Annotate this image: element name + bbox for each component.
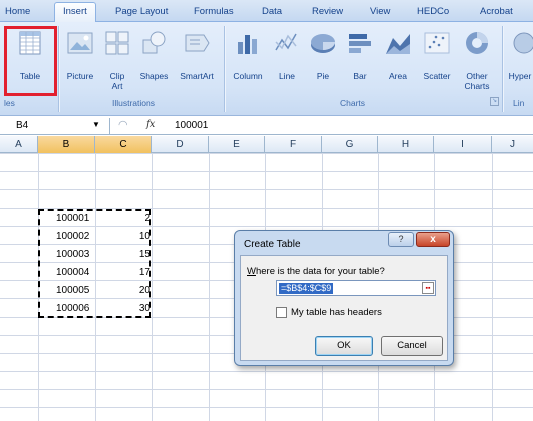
resize-handle-icon[interactable]: ◠ bbox=[118, 118, 128, 131]
chevron-down-icon[interactable]: ▼ bbox=[92, 120, 100, 129]
selection-marquee bbox=[38, 209, 151, 318]
other-charts-button[interactable]: Other Charts bbox=[457, 24, 497, 91]
clip-art-label: Clip Art bbox=[109, 71, 125, 91]
pie-chart-button[interactable]: Pie bbox=[305, 24, 341, 90]
range-input-value: =$B$4:$C$9 bbox=[279, 283, 334, 294]
clip-art-icon bbox=[105, 31, 129, 55]
dialog-title: Create Table bbox=[244, 239, 301, 250]
table-button-highlight bbox=[4, 26, 57, 96]
fx-icon[interactable]: fx bbox=[146, 119, 155, 130]
column-header-e[interactable]: E bbox=[209, 136, 265, 153]
shapes-icon bbox=[142, 31, 166, 54]
charts-group-label: Charts bbox=[340, 98, 366, 108]
column-header-d[interactable]: D bbox=[152, 136, 209, 153]
tab-formulas[interactable]: Formulas bbox=[194, 6, 234, 17]
column-header-j[interactable]: J bbox=[492, 136, 533, 153]
gridline bbox=[492, 153, 493, 421]
help-button[interactable]: ? bbox=[388, 232, 414, 247]
scatter-chart-label: Scatter bbox=[423, 71, 451, 81]
column-header-i[interactable]: I bbox=[434, 136, 492, 153]
bar-chart-label: Bar bbox=[353, 71, 367, 81]
column-header-f[interactable]: F bbox=[265, 136, 322, 153]
scatter-chart-icon bbox=[424, 32, 450, 54]
donut-chart-icon bbox=[466, 32, 488, 54]
line-chart-button[interactable]: Line bbox=[269, 24, 305, 90]
globe-icon bbox=[513, 32, 533, 54]
illustrations-group-label: Illustrations bbox=[112, 98, 155, 108]
area-chart-button[interactable]: Area bbox=[379, 24, 417, 90]
other-charts-label: Other Charts bbox=[464, 71, 490, 91]
gridline bbox=[0, 153, 533, 154]
range-picker-icon[interactable]: ▪▪ bbox=[422, 282, 434, 294]
gridline bbox=[0, 371, 533, 372]
bar-chart-icon bbox=[349, 34, 371, 53]
tab-data[interactable]: Data bbox=[262, 6, 282, 17]
formula-value[interactable]: 100001 bbox=[175, 120, 208, 131]
name-box-value: B4 bbox=[16, 120, 29, 131]
divider bbox=[224, 26, 225, 112]
links-group-label: Lin bbox=[513, 98, 525, 108]
tab-page-layout[interactable]: Page Layout bbox=[115, 6, 168, 17]
divider bbox=[58, 26, 59, 112]
tab-review[interactable]: Review bbox=[312, 6, 343, 17]
pie-chart-label: Pie bbox=[316, 71, 330, 81]
headers-checkbox[interactable] bbox=[276, 307, 287, 318]
column-chart-label: Column bbox=[233, 71, 263, 81]
range-prompt-text: here is the data for your table? bbox=[255, 266, 385, 277]
bar-chart-button[interactable]: Bar bbox=[341, 24, 379, 90]
picture-button[interactable]: Picture bbox=[60, 24, 100, 90]
column-header-h[interactable]: H bbox=[378, 136, 434, 153]
ok-button[interactable]: OK bbox=[315, 336, 373, 356]
smartart-label: SmartArt bbox=[180, 71, 214, 81]
tab-insert[interactable]: Insert bbox=[54, 2, 96, 23]
tab-acrobat[interactable]: Acrobat bbox=[480, 6, 513, 17]
ribbon-tab-bar: Home Insert Page Layout Formulas Data Re… bbox=[0, 0, 533, 23]
column-header-a[interactable]: A bbox=[0, 136, 38, 153]
column-header-g[interactable]: G bbox=[322, 136, 378, 153]
name-box[interactable]: B4 ▼ bbox=[0, 118, 110, 134]
cancel-button[interactable]: Cancel bbox=[381, 336, 443, 356]
hyperlink-button[interactable]: Hyper bbox=[505, 24, 533, 90]
divider bbox=[502, 26, 503, 112]
area-chart-label: Area bbox=[389, 71, 407, 81]
column-headers: A B C D E F G H I J bbox=[0, 136, 533, 153]
gridline bbox=[209, 153, 210, 421]
area-chart-icon bbox=[386, 34, 410, 54]
line-chart-label: Line bbox=[278, 71, 296, 81]
dialog-launcher-icon[interactable]: ↘ bbox=[490, 97, 499, 106]
gridline bbox=[0, 189, 533, 190]
range-prompt: Where is the data for your table? bbox=[247, 266, 385, 277]
line-chart-icon bbox=[275, 33, 297, 51]
column-chart-button[interactable]: Column bbox=[227, 24, 269, 90]
pie-chart-icon bbox=[311, 34, 335, 53]
dialog-body: Where is the data for your table? =$B$4:… bbox=[240, 255, 448, 361]
shapes-button[interactable]: Shapes bbox=[134, 24, 174, 90]
column-chart-icon bbox=[238, 35, 257, 54]
scatter-chart-button[interactable]: Scatter bbox=[417, 24, 457, 90]
close-button[interactable]: x bbox=[416, 232, 450, 247]
tab-home[interactable]: Home bbox=[5, 6, 30, 17]
create-table-dialog: Create Table ? x Where is the data for y… bbox=[234, 230, 454, 366]
tab-view[interactable]: View bbox=[370, 6, 390, 17]
smartart-icon bbox=[185, 34, 210, 52]
ribbon: Table Picture Clip Art Shapes SmartArt C… bbox=[0, 22, 533, 116]
column-header-c[interactable]: C bbox=[95, 136, 152, 153]
range-input[interactable]: =$B$4:$C$9 ▪▪ bbox=[276, 280, 436, 296]
formula-bar: B4 ▼ ◠ fx 100001 bbox=[0, 117, 533, 135]
hyperlink-label: Hyper bbox=[508, 71, 532, 81]
gridline bbox=[0, 389, 533, 390]
gridline bbox=[152, 153, 153, 421]
gridline bbox=[0, 171, 533, 172]
picture-label: Picture bbox=[66, 71, 94, 81]
tab-hedco[interactable]: HEDCo bbox=[417, 6, 449, 17]
shapes-label: Shapes bbox=[139, 71, 169, 81]
clip-art-button[interactable]: Clip Art bbox=[100, 24, 134, 91]
headers-checkbox-label[interactable]: My table has headers bbox=[291, 307, 382, 318]
column-header-b[interactable]: B bbox=[38, 136, 95, 153]
smartart-button[interactable]: SmartArt bbox=[174, 24, 220, 90]
gridline bbox=[0, 407, 533, 408]
tables-group-label: les bbox=[4, 98, 15, 108]
picture-icon bbox=[67, 32, 93, 54]
